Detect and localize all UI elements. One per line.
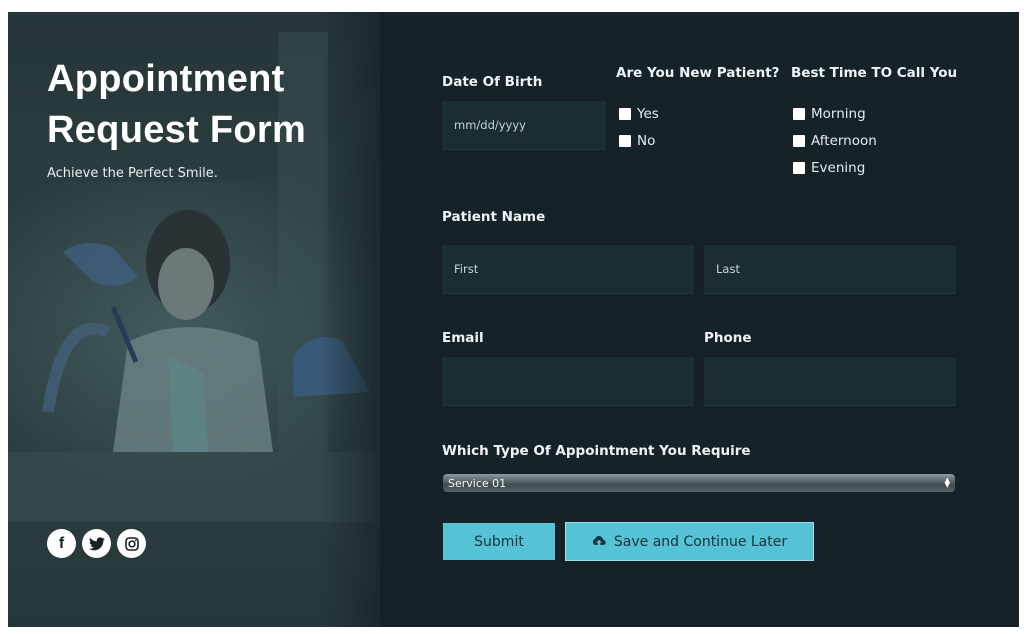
twitter-icon[interactable] [82,529,111,558]
option-label: Yes [637,106,659,122]
dob-placeholder: mm/dd/yyyy [454,118,526,132]
checkbox-evening[interactable] [793,162,805,174]
appointment-panel: Appointment Request Form Achieve the Per… [8,12,1019,627]
hero-shade [320,12,380,627]
hero-section: Appointment Request Form Achieve the Per… [8,12,380,627]
dob-label: Date Of Birth [442,74,543,90]
submit-button[interactable]: Submit [443,523,555,560]
cloud-upload-icon [592,536,606,545]
checkbox-morning[interactable] [793,108,805,120]
dob-input[interactable]: mm/dd/yyyy [442,101,606,150]
checkbox-yes[interactable] [619,108,631,120]
option-label: Afternoon [811,133,877,149]
page-title: Appointment Request Form [47,54,306,156]
title-line-1: Appointment [47,58,285,100]
checkbox-no[interactable] [619,135,631,147]
instagram-icon[interactable] [117,529,146,558]
email-input[interactable] [442,357,694,406]
save-label: Save and Continue Later [613,533,788,550]
first-name-placeholder: First [454,262,479,276]
last-name-input[interactable]: Last [704,245,956,294]
select-arrows-icon: ▲ ▼ [944,476,950,489]
best-time-label: Best Time TO Call You [791,65,958,81]
subtitle: Achieve the Perfect Smile. [47,166,218,181]
option-label: No [637,133,656,149]
phone-label: Phone [704,330,752,346]
patient-name-label: Patient Name [442,209,546,225]
checkbox-afternoon[interactable] [793,135,805,147]
appointment-type-label: Which Type Of Appointment You Require [442,443,751,459]
option-label: Evening [811,160,866,176]
appointment-type-select[interactable]: Service 01 ▲ ▼ [443,474,955,492]
best-time-afternoon[interactable]: Afternoon [793,133,877,149]
best-time-evening[interactable]: Evening [793,160,865,176]
new-patient-no[interactable]: No [619,133,655,149]
title-line-2: Request Form [47,109,307,151]
last-name-placeholder: Last [716,262,740,276]
best-time-morning[interactable]: Morning [793,106,866,122]
new-patient-label: Are You New Patient? [616,65,780,81]
phone-input[interactable] [704,357,956,406]
facebook-icon[interactable]: f [47,529,76,558]
submit-label: Submit [474,533,524,550]
first-name-input[interactable]: First [442,245,694,294]
new-patient-yes[interactable]: Yes [619,106,659,122]
social-links: f [47,529,146,558]
save-continue-button[interactable]: Save and Continue Later [565,522,814,561]
option-label: Morning [811,106,866,122]
email-label: Email [442,330,484,346]
selected-service: Service 01 [448,476,507,490]
